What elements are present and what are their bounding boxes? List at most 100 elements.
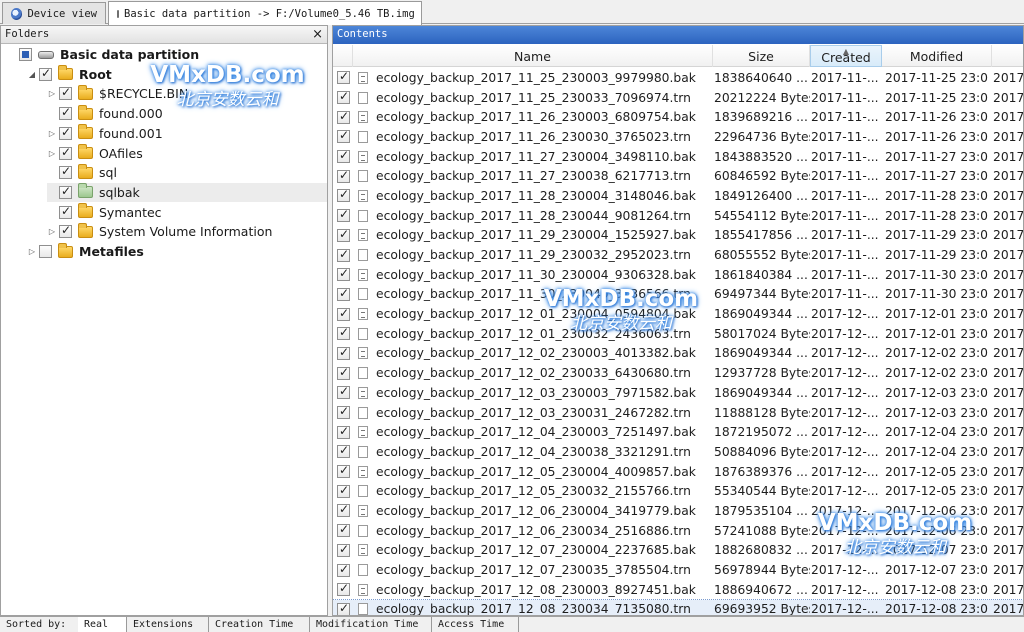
row-checkbox[interactable] <box>337 424 350 439</box>
table-row[interactable]: ecology_backup_2017_11_27_230004_3498110… <box>333 147 1023 167</box>
column-header-created[interactable]: ▲ Created <box>810 45 882 67</box>
tree-node[interactable]: ◢ Root <box>27 65 112 84</box>
sort-tab-creation-time[interactable]: Creation Time <box>209 617 310 632</box>
tree-checkbox[interactable] <box>59 223 72 239</box>
close-icon[interactable]: × <box>312 26 323 43</box>
table-row[interactable]: ecology_backup_2017_12_01_230032_2436063… <box>333 324 1023 344</box>
table-row[interactable]: ecology_backup_2017_12_04_230038_3321291… <box>333 442 1023 462</box>
row-checkbox[interactable] <box>337 148 350 164</box>
table-row[interactable]: ecology_backup_2017_12_03_230003_7971582… <box>333 383 1023 403</box>
column-header-name[interactable]: Name <box>353 45 713 67</box>
row-checkbox[interactable] <box>337 207 350 223</box>
table-row[interactable]: ecology_backup_2017_12_05_230004_4009857… <box>333 462 1023 482</box>
table-row[interactable]: ecology_backup_2017_11_28_230004_3148046… <box>333 186 1023 206</box>
row-checkbox[interactable] <box>337 128 350 144</box>
tab-basic-data-partition[interactable]: Basic data partition -> F:/Volume0_5.46 … <box>108 1 422 25</box>
row-checkbox[interactable] <box>337 187 350 203</box>
table-row[interactable]: ecology_backup_2017_11_25_230003_9979980… <box>333 68 1023 88</box>
row-checkbox[interactable] <box>337 69 350 85</box>
tree-checkbox[interactable] <box>39 66 52 81</box>
column-header-size[interactable]: Size <box>713 45 810 67</box>
tree-checkbox[interactable] <box>59 125 72 140</box>
tree-node[interactable]: Symantec <box>47 203 162 222</box>
tree-checkbox[interactable] <box>59 105 72 121</box>
tree-node[interactable]: ▷ System Volume Information <box>47 222 272 241</box>
tree-node[interactable]: Basic data partition <box>7 45 199 64</box>
row-checkbox[interactable] <box>337 266 350 282</box>
table-row[interactable]: ecology_backup_2017_11_29_230004_1525927… <box>333 226 1023 246</box>
table-row[interactable]: ecology_backup_2017_11_26_230030_3765023… <box>333 127 1023 147</box>
row-checkbox[interactable] <box>337 365 350 380</box>
sort-tab-modification-time[interactable]: Modification Time <box>310 617 432 632</box>
expand-arrow-icon[interactable]: ▷ <box>27 247 37 256</box>
row-checkbox[interactable] <box>337 89 350 105</box>
row-checkbox[interactable] <box>337 227 350 242</box>
tree-node[interactable]: ▷ OAfiles <box>47 144 143 163</box>
tree-node[interactable]: ▷ Metafiles <box>27 242 144 261</box>
table-row[interactable]: ecology_backup_2017_12_06_230034_2516886… <box>333 521 1023 541</box>
table-row[interactable]: ecology_backup_2017_12_07_230035_3785504… <box>333 560 1023 580</box>
row-checkbox[interactable] <box>337 483 350 498</box>
tree-checkbox[interactable] <box>19 48 32 61</box>
table-row[interactable]: ecology_backup_2017_12_06_230004_3419779… <box>333 501 1023 521</box>
table-row[interactable]: ecology_backup_2017_12_08_230034_7135080… <box>333 598 1023 615</box>
table-row[interactable]: ecology_backup_2017_11_29_230032_2952023… <box>333 245 1023 265</box>
table-row[interactable]: ecology_backup_2017_11_25_230033_7096974… <box>333 88 1023 108</box>
expand-arrow-icon[interactable]: ▷ <box>47 227 57 236</box>
tree-node[interactable]: ▷ $RECYCLE.BIN <box>47 84 188 103</box>
file-size: 1843883520 ... <box>714 149 808 164</box>
table-row[interactable]: ecology_backup_2017_12_02_230003_4013382… <box>333 344 1023 364</box>
row-checkbox[interactable] <box>337 562 350 577</box>
expand-arrow-icon[interactable]: ▷ <box>47 89 57 98</box>
tree-checkbox[interactable] <box>59 184 72 199</box>
tree-checkbox[interactable] <box>59 85 72 101</box>
table-row[interactable]: ecology_backup_2017_11_27_230038_6217713… <box>333 166 1023 186</box>
row-checkbox[interactable] <box>337 581 350 597</box>
table-row[interactable]: ecology_backup_2017_12_02_230033_6430680… <box>333 363 1023 383</box>
row-checkbox[interactable] <box>337 443 350 459</box>
row-checkbox[interactable] <box>337 325 350 341</box>
row-checkbox[interactable] <box>337 463 350 479</box>
table-row[interactable]: ecology_backup_2017_12_04_230003_7251497… <box>333 422 1023 442</box>
table-row[interactable]: ecology_backup_2017_12_01_230004_0594804… <box>333 304 1023 324</box>
row-checkbox[interactable] <box>337 345 350 360</box>
expand-arrow-icon[interactable]: ▷ <box>47 149 57 158</box>
row-checkbox[interactable] <box>337 286 350 301</box>
row-checkbox[interactable] <box>337 404 350 420</box>
table-row[interactable]: ecology_backup_2017_11_26_230003_6809754… <box>333 107 1023 127</box>
column-header-modified[interactable]: Modified <box>882 45 992 67</box>
table-row[interactable]: ecology_backup_2017_11_30_230004_9306328… <box>333 265 1023 285</box>
tree-checkbox[interactable] <box>59 164 72 180</box>
row-checkbox[interactable] <box>337 247 350 262</box>
table-row[interactable]: ecology_backup_2017_11_30_230040_3136566… <box>333 285 1023 305</box>
sort-tab-extensions[interactable]: Extensions <box>127 617 209 632</box>
tree-node[interactable]: sqlbak <box>47 182 327 202</box>
row-checkbox[interactable] <box>337 522 350 538</box>
expand-arrow-icon[interactable]: ▷ <box>47 129 57 138</box>
tree-checkbox[interactable] <box>39 245 52 258</box>
tree-node[interactable]: sql <box>47 163 117 182</box>
tab-device-view[interactable]: Device view <box>2 2 106 24</box>
row-checkbox[interactable] <box>337 384 350 400</box>
column-header-extra[interactable] <box>992 45 1023 67</box>
tree-checkbox[interactable] <box>59 145 72 160</box>
row-checkbox[interactable] <box>337 109 350 124</box>
file-name: ecology_backup_2017_12_08_230003_8927451… <box>376 582 696 597</box>
expand-arrow-icon[interactable]: ◢ <box>27 70 37 79</box>
table-row[interactable]: ecology_backup_2017_12_08_230003_8927451… <box>333 580 1023 600</box>
table-row[interactable]: ecology_backup_2017_11_28_230044_9081264… <box>333 206 1023 226</box>
file-icon <box>358 268 368 281</box>
table-row[interactable]: ecology_backup_2017_12_05_230032_2155766… <box>333 481 1023 501</box>
row-checkbox[interactable] <box>337 306 350 321</box>
tree-checkbox[interactable] <box>59 204 72 219</box>
tree-node[interactable]: found.000 <box>47 104 163 123</box>
tree-node[interactable]: ▷ found.001 <box>47 124 163 143</box>
table-row[interactable]: ecology_backup_2017_12_07_230004_2237685… <box>333 541 1023 561</box>
row-checkbox[interactable] <box>337 168 350 183</box>
table-row[interactable]: ecology_backup_2017_12_03_230031_2467282… <box>333 403 1023 423</box>
row-checkbox[interactable] <box>337 542 350 557</box>
row-checkbox[interactable] <box>337 601 350 615</box>
row-checkbox[interactable] <box>337 502 350 518</box>
sort-tab-real[interactable]: Real <box>78 617 127 632</box>
sort-tab-access-time[interactable]: Access Time <box>432 617 519 632</box>
